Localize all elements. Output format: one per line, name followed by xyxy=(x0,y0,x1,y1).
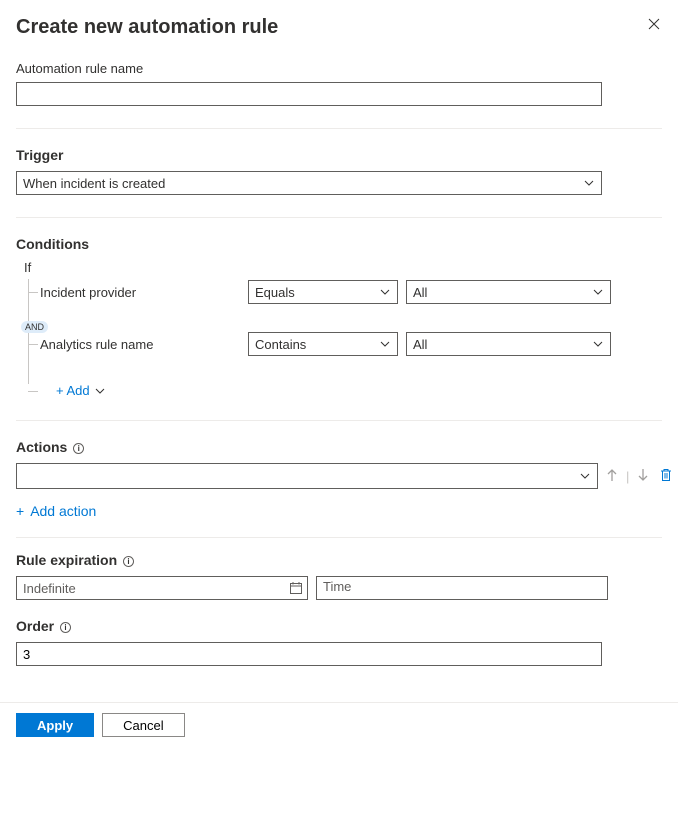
add-action-button[interactable]: + Add action xyxy=(16,503,662,519)
condition-row-provider: Incident provider Equals All xyxy=(40,279,662,305)
condition-row-analytics: Analytics rule name Contains All xyxy=(40,331,662,357)
order-input[interactable] xyxy=(16,642,602,666)
chevron-down-icon xyxy=(583,177,595,189)
condition-analytics-value[interactable]: All xyxy=(406,332,611,356)
condition-provider-value[interactable]: All xyxy=(406,280,611,304)
chevron-down-icon xyxy=(379,286,391,298)
condition-provider-label: Incident provider xyxy=(40,285,248,300)
condition-analytics-operator[interactable]: Contains xyxy=(248,332,398,356)
info-icon: i xyxy=(73,443,84,454)
info-icon: i xyxy=(123,556,134,567)
condition-provider-operator[interactable]: Equals xyxy=(248,280,398,304)
and-badge: AND xyxy=(21,321,48,333)
trigger-label: Trigger xyxy=(16,147,662,163)
chevron-down-icon xyxy=(379,338,391,350)
plus-icon: + xyxy=(16,503,24,519)
chevron-down-icon xyxy=(94,385,106,397)
conditions-if-label: If xyxy=(24,260,662,275)
close-icon xyxy=(648,18,660,30)
page-title: Create new automation rule xyxy=(16,16,278,39)
move-down-button[interactable] xyxy=(635,466,651,487)
arrow-down-icon xyxy=(637,468,649,482)
info-icon: i xyxy=(60,622,71,633)
trash-icon xyxy=(659,468,673,482)
cancel-button[interactable]: Cancel xyxy=(102,713,184,737)
calendar-icon xyxy=(289,581,303,595)
conditions-label: Conditions xyxy=(16,236,662,252)
expiration-time-input[interactable]: Time xyxy=(316,576,608,600)
rule-name-input[interactable] xyxy=(16,82,602,106)
trigger-value: When incident is created xyxy=(23,176,165,191)
move-up-button[interactable] xyxy=(604,466,620,487)
separator: | xyxy=(626,469,629,484)
actions-label: Actions i xyxy=(16,439,662,455)
close-button[interactable] xyxy=(646,16,662,35)
arrow-up-icon xyxy=(606,468,618,482)
chevron-down-icon xyxy=(579,470,591,482)
add-condition-button[interactable]: + Add xyxy=(40,383,662,398)
action-select[interactable] xyxy=(16,463,598,489)
expiration-label: Rule expiration i xyxy=(16,552,662,568)
rule-name-label: Automation rule name xyxy=(16,61,662,76)
expiration-date-input[interactable]: Indefinite xyxy=(16,576,308,600)
trigger-select[interactable]: When incident is created xyxy=(16,171,602,195)
chevron-down-icon xyxy=(592,338,604,350)
chevron-down-icon xyxy=(592,286,604,298)
delete-action-button[interactable] xyxy=(657,466,675,487)
apply-button[interactable]: Apply xyxy=(16,713,94,737)
condition-analytics-label: Analytics rule name xyxy=(40,337,248,352)
order-label: Order i xyxy=(16,618,662,634)
